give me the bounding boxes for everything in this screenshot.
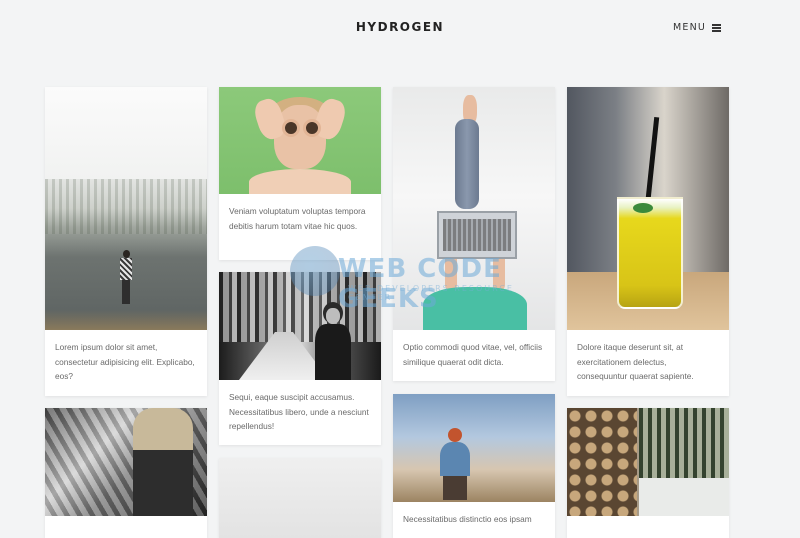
- hamburger-icon: [712, 24, 722, 32]
- gallery-card-logs[interactable]: [567, 408, 729, 538]
- card-caption: Dolore itaque deserunt sit, at exercitat…: [577, 342, 694, 381]
- card-caption: Sequi, eaque suscipit accusamus. Necessi…: [229, 392, 369, 431]
- gallery-card-forest-road[interactable]: Sequi, eaque suscipit accusamus. Necessi…: [219, 272, 381, 445]
- card-caption: Veniam voluptatum voluptas tempora debit…: [229, 206, 366, 231]
- menu-button[interactable]: MENU: [673, 22, 722, 33]
- gallery-card-goggles-woman[interactable]: Veniam voluptatum voluptas tempora debit…: [219, 87, 381, 260]
- gallery-card-carpenter[interactable]: [45, 408, 207, 538]
- card-caption: Optio commodi quod vitae, vel, officiis …: [403, 342, 543, 367]
- photo-misty-lake: [45, 87, 207, 330]
- top-bar: HYDROGEN MENU: [0, 0, 800, 60]
- photo-lemonade: [567, 87, 729, 330]
- gallery-card-hill-view[interactable]: Necessitatibus distinctio eos ipsam: [393, 394, 555, 538]
- photo-placeholder: [219, 458, 381, 538]
- photo-forest-road: [219, 272, 381, 380]
- gallery-card-laptop[interactable]: Optio commodi quod vitae, vel, officiis …: [393, 87, 555, 381]
- gallery-card-misty-lake[interactable]: Lorem ipsum dolor sit amet, consectetur …: [45, 87, 207, 396]
- card-caption: Necessitatibus distinctio eos ipsam: [403, 514, 532, 524]
- photo-laptop-couch: [393, 87, 555, 330]
- gallery-card-lemonade[interactable]: Dolore itaque deserunt sit, at exercitat…: [567, 87, 729, 396]
- photo-goggles-woman: [219, 87, 381, 194]
- menu-label: MENU: [673, 22, 707, 33]
- gallery-card-blank[interactable]: [219, 458, 381, 538]
- photo-hill-view: [393, 394, 555, 502]
- photo-stacked-logs: [567, 408, 729, 516]
- photo-carpenter: [45, 408, 207, 516]
- card-caption: Lorem ipsum dolor sit amet, consectetur …: [55, 342, 195, 381]
